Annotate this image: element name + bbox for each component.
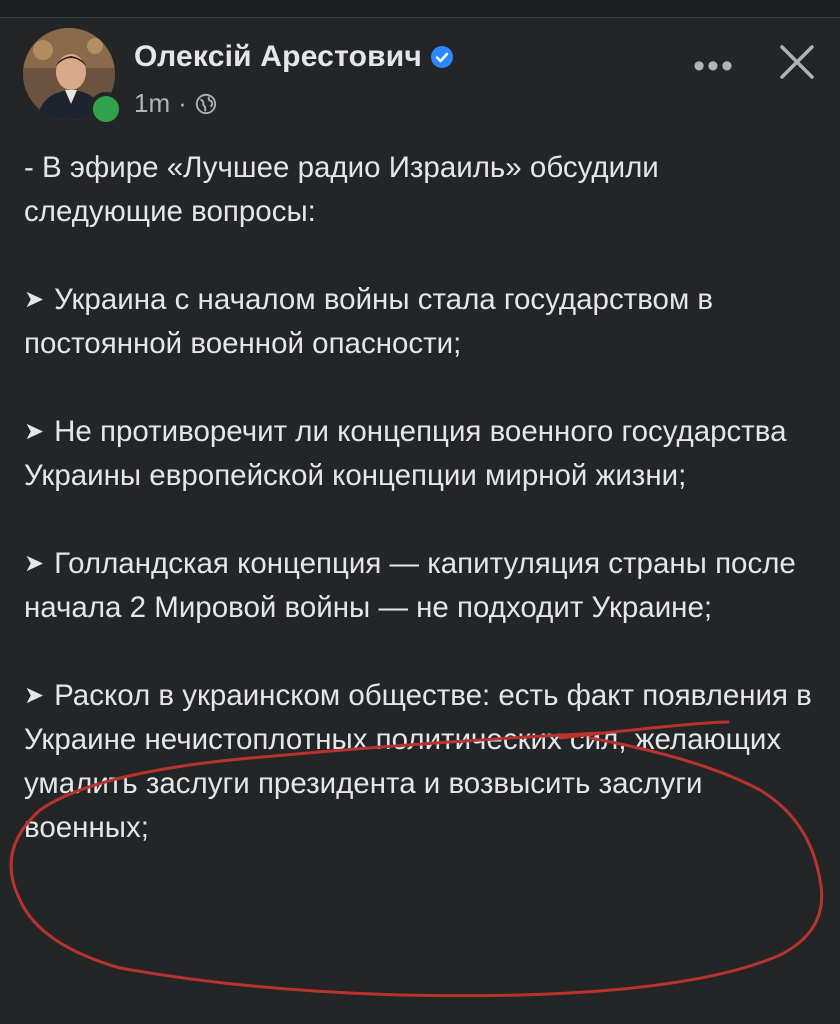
top-divider: [0, 0, 840, 18]
post-body: - В эфире «Лучшее радио Израиль» обсудил…: [24, 146, 824, 894]
post-paragraph: - В эфире «Лучшее радио Израиль» обсудил…: [24, 146, 824, 234]
online-status-dot: [89, 92, 123, 126]
paragraph-text: Голландская концепция — капитуляция стра…: [24, 547, 796, 624]
paragraph-text: - В эфире «Лучшее радио Израиль» обсудил…: [24, 151, 659, 228]
bullet-arrow-icon: ➤: [24, 286, 45, 313]
paragraph-text: Украина с началом войны стала государств…: [24, 283, 714, 360]
bullet-arrow-icon: ➤: [24, 682, 45, 709]
meta-separator: ·: [178, 88, 187, 118]
globe-icon[interactable]: [195, 93, 217, 115]
author-name[interactable]: Олексій Арестович: [134, 40, 422, 74]
close-icon[interactable]: [773, 38, 821, 86]
post-paragraph: ➤ Украина с началом войны стала государст…: [24, 278, 824, 366]
post-meta: 1m ·: [134, 88, 217, 119]
author-row: Олексій Арестович: [134, 40, 454, 74]
verified-badge-icon: [431, 46, 453, 68]
paragraph-text: Раскол в украинском обществе: есть факт …: [24, 679, 812, 844]
post-paragraph: ➤ Голландская концепция — капитуляция стр…: [24, 542, 824, 630]
post-time[interactable]: 1m: [134, 88, 170, 119]
more-options-icon[interactable]: •••: [690, 47, 738, 85]
bullet-arrow-icon: ➤: [24, 550, 45, 577]
post-paragraph: ➤ Не противоречит ли концепция военного г…: [24, 410, 824, 498]
post-paragraph: ➤ Раскол в украинском обществе: есть факт…: [24, 674, 824, 850]
bullet-arrow-icon: ➤: [24, 418, 45, 445]
paragraph-text: Не противоречит ли концепция военного го…: [24, 415, 787, 492]
